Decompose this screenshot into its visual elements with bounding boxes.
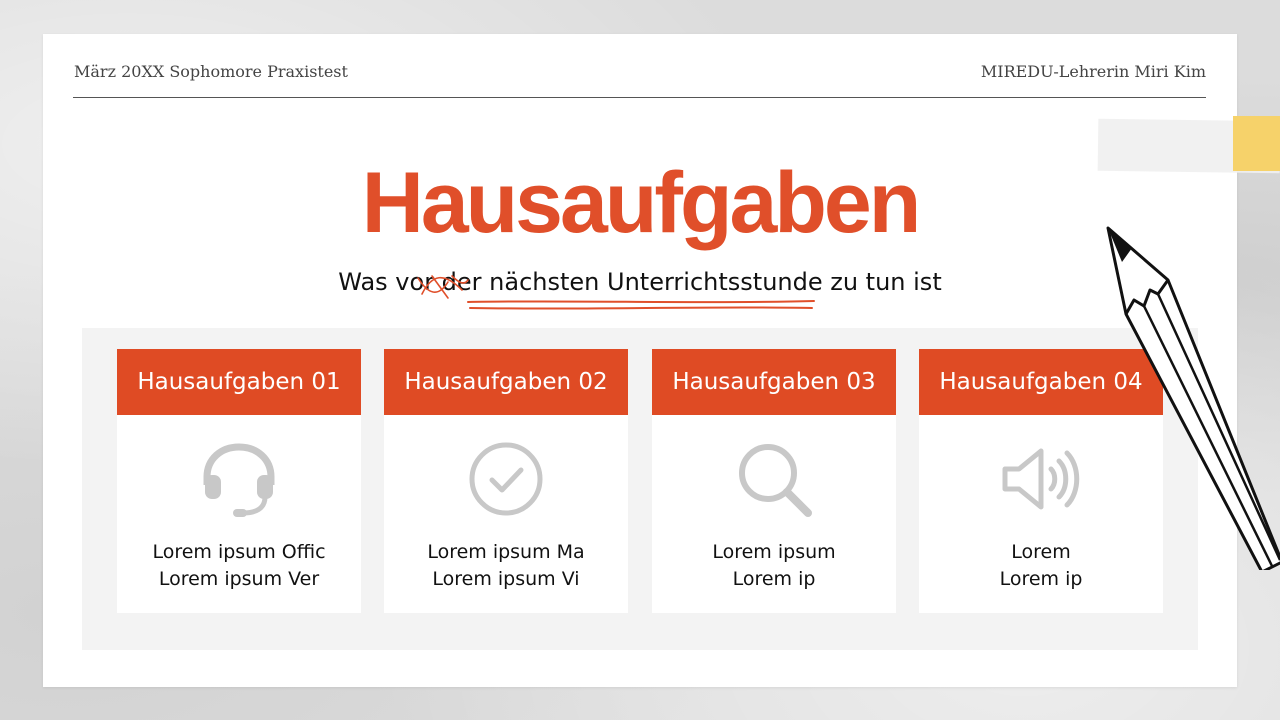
slide-subtitle: Was vor der nächsten Unterrichtsstunde z…: [338, 268, 942, 296]
headset-icon: [203, 443, 275, 517]
card-line-2: Lorem ipsum Vi: [432, 568, 580, 590]
homework-card-02: Hausaufgaben 02 Lorem ipsum Ma Lorem ips…: [384, 349, 628, 613]
card-line-1: Lorem ipsum: [712, 541, 836, 563]
slide-title: Hausaufgaben: [361, 155, 922, 251]
search-icon: [739, 444, 812, 517]
card-line-2: Lorem ip: [999, 568, 1083, 590]
card-title: Hausaufgaben 03: [652, 349, 896, 415]
check-circle-icon: [469, 442, 543, 516]
card-line-2: Lorem ip: [732, 568, 816, 590]
homework-card-01: Hausaufgaben 01 Lorem ipsum Offic Lorem …: [117, 349, 361, 613]
card-description: Lorem ipsum Lorem ip: [652, 539, 896, 593]
speaker-icon: [1002, 448, 1080, 510]
card-line-1: Lorem ipsum Offic: [152, 541, 326, 563]
card-title: Hausaufgaben 02: [384, 349, 628, 415]
scribble-doodle-icon: [417, 275, 469, 299]
card-line-2: Lorem ipsum Ver: [158, 568, 320, 590]
pencil-icon: [1106, 226, 1280, 570]
homework-card-03: Hausaufgaben 03 Lorem ipsum Lorem ip: [652, 349, 896, 613]
card-title: Hausaufgaben 01: [117, 349, 361, 415]
header-divider: [73, 97, 1206, 98]
card-line-1: Lorem ipsum Ma: [427, 541, 585, 563]
double-underline-decoration: [467, 300, 815, 310]
header-right-text: MIREDU-Lehrerin Miri Kim: [980, 62, 1206, 81]
card-description: Lorem ipsum Ma Lorem ipsum Vi: [384, 539, 628, 593]
card-description: Lorem ipsum Offic Lorem ipsum Ver: [117, 539, 361, 593]
header-left-text: März 20XX Sophomore Praxistest: [74, 62, 348, 81]
